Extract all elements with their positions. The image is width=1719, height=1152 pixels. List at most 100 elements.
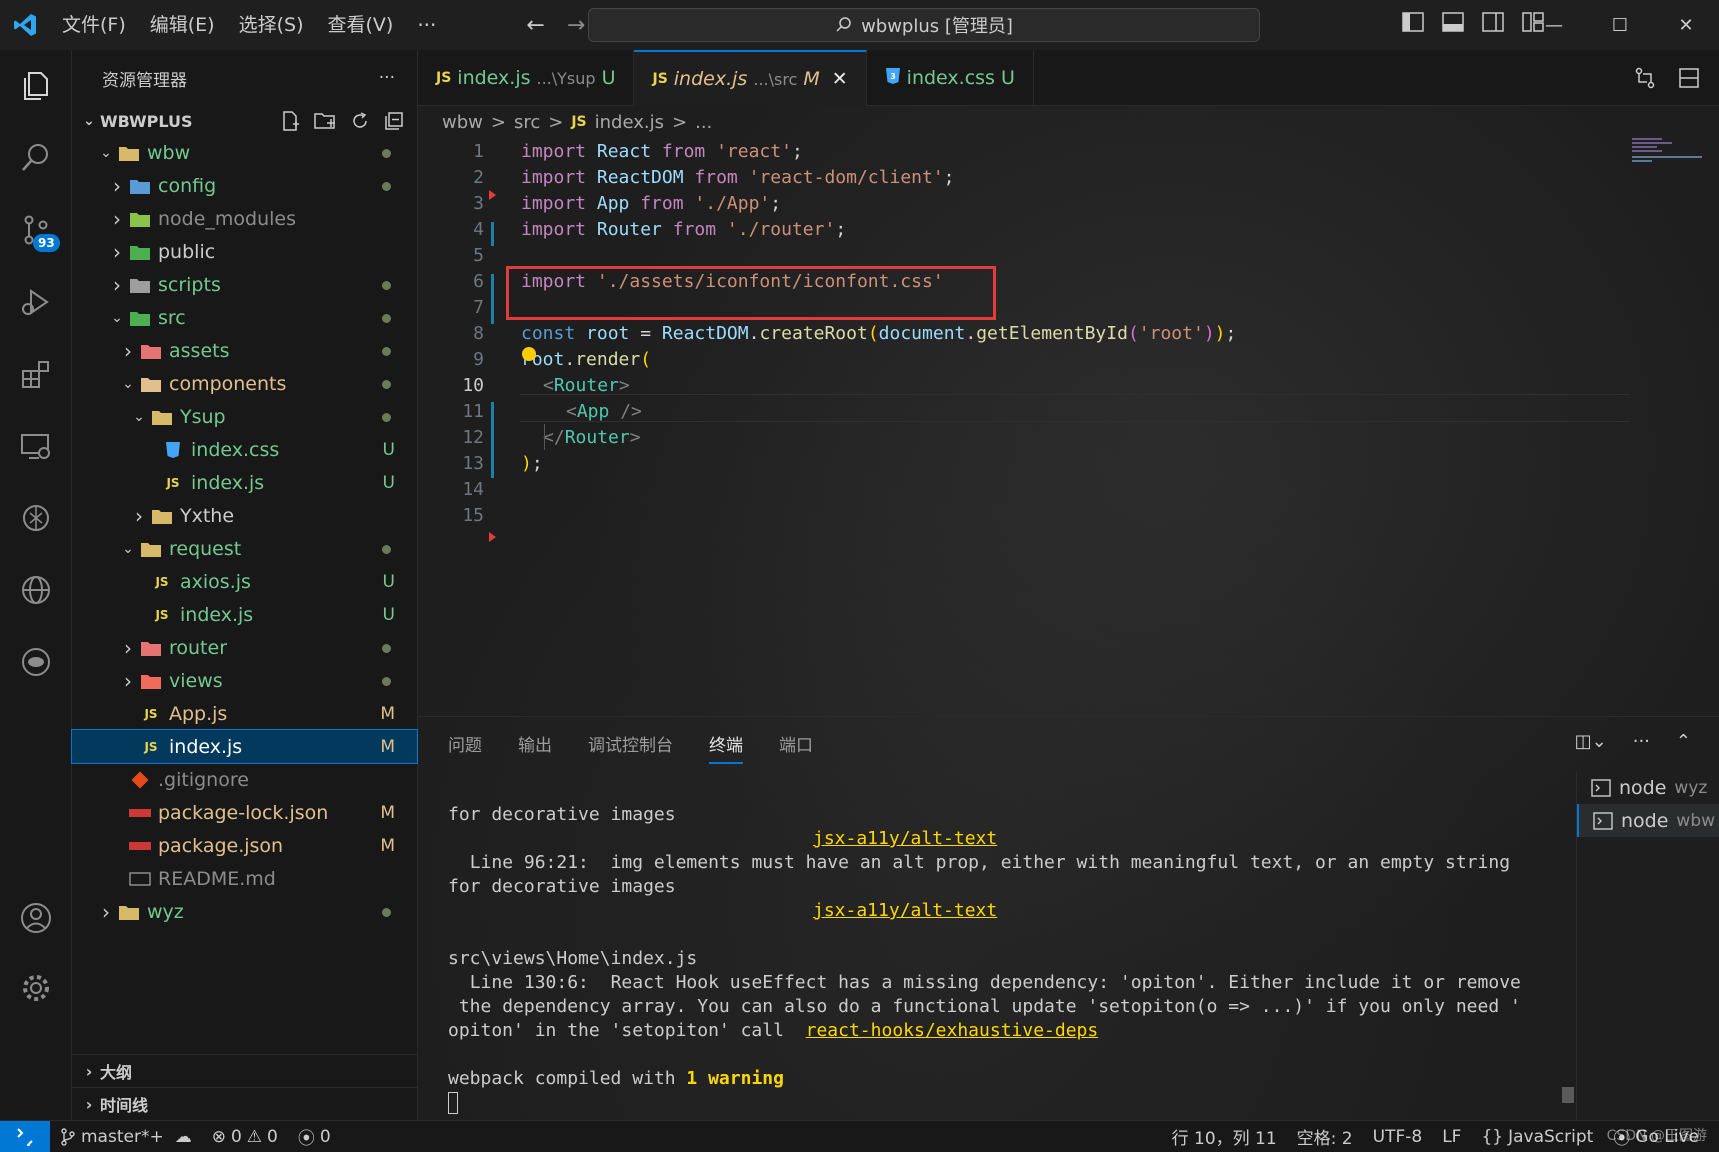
tree-file[interactable]: JS index.js U [72, 466, 417, 499]
terminal-scrollbar[interactable] [1562, 1087, 1574, 1103]
tree-folder[interactable]: › router [72, 631, 417, 664]
menu-view[interactable]: 查看(V) [316, 0, 406, 50]
split-editor-icon[interactable] [1677, 66, 1701, 90]
tree-file[interactable]: JS index.js U [72, 598, 417, 631]
run-debug-icon[interactable] [0, 266, 72, 338]
tree-folder[interactable]: ⌄ wbw [72, 136, 417, 169]
tree-folder[interactable]: ⌄ src [72, 301, 417, 334]
panel-tab-ports[interactable]: 端口 [779, 731, 813, 764]
tree-file[interactable]: JS axios.js U [72, 565, 417, 598]
panel-tab-problems[interactable]: 问题 [448, 731, 482, 764]
end-of-line[interactable]: LF [1432, 1124, 1471, 1149]
menu-file[interactable]: 文件(F) [50, 0, 138, 50]
command-center-search[interactable]: wbwplus [管理员] [588, 8, 1260, 42]
panel-tab-debug-console[interactable]: 调试控制台 [588, 731, 673, 764]
globe-icon[interactable] [0, 554, 72, 626]
tree-file[interactable]: index.css U [72, 433, 417, 466]
tree-folder[interactable]: › scripts [72, 268, 417, 301]
terminal-item[interactable]: node wyz [1577, 771, 1719, 804]
sync-icon[interactable]: ☁ [175, 1127, 192, 1147]
source-control-icon[interactable]: 93 [0, 194, 72, 266]
back-arrow-icon[interactable]: ← [526, 13, 544, 38]
menu-edit[interactable]: 编辑(E) [138, 0, 227, 50]
compare-changes-icon[interactable] [1633, 66, 1657, 90]
new-file-icon[interactable] [279, 110, 301, 132]
breadcrumb-symbol[interactable]: ... [695, 112, 712, 133]
language-mode[interactable]: {} JavaScript [1471, 1124, 1603, 1149]
search-view-icon[interactable] [0, 122, 72, 194]
indentation[interactable]: 空格: 2 [1287, 1124, 1363, 1149]
toggle-panel-icon[interactable] [1442, 12, 1466, 36]
maximize-icon[interactable]: ☐ [1587, 0, 1653, 50]
terminal-output[interactable]: for decorative images jsx-a11y/alt-text L… [448, 779, 1580, 1152]
database-client-icon[interactable] [0, 626, 72, 698]
minimap[interactable] [1632, 136, 1710, 166]
accounts-icon[interactable] [0, 882, 72, 954]
tab-src-index-js[interactable]: JS index.js ...\src M ✕ [634, 50, 867, 106]
tab-ysup-index-js[interactable]: JS index.js ...\Ysup U [418, 50, 635, 106]
tree-folder[interactable]: › assets [72, 334, 417, 367]
breadcrumb-wbw[interactable]: wbw [442, 112, 483, 133]
ports-status[interactable]: ⦿ 0 [288, 1124, 341, 1150]
panel-tab-terminal[interactable]: 终端 [709, 731, 743, 764]
branch-status[interactable]: master*+ ☁ [50, 1127, 202, 1147]
chatgpt-icon[interactable] [0, 482, 72, 554]
minimize-icon[interactable]: — [1521, 0, 1587, 50]
tree-folder[interactable]: › wyz [72, 895, 417, 928]
new-folder-icon[interactable] [313, 110, 337, 132]
terminal-link[interactable]: react-hooks/exhaustive-deps [806, 1020, 1099, 1041]
menu-selection[interactable]: 选择(S) [227, 0, 316, 50]
tree-folder[interactable]: › node_modules [72, 202, 417, 235]
explorer-more-button[interactable]: ··· [379, 68, 395, 88]
tree-file[interactable]: package.json M [72, 829, 417, 862]
code-line: 1 import React from 'react'; [418, 138, 1638, 164]
go-live-button[interactable]: ⦿ Go Live CSDN @王图游 [1603, 1124, 1709, 1150]
outline-section[interactable]: › 大纲 [72, 1054, 418, 1087]
toggle-primary-sidebar-icon[interactable] [1402, 12, 1426, 36]
tree-file[interactable]: JS App.js M [72, 697, 417, 730]
forward-arrow-icon[interactable]: → [567, 13, 585, 38]
maximize-panel-icon[interactable]: ⌃ [1676, 731, 1691, 752]
tree-file[interactable]: README.md [72, 862, 417, 895]
explorer-icon[interactable] [0, 50, 72, 122]
terminal-item[interactable]: node wbw [1577, 804, 1719, 837]
cursor-position[interactable]: 行 10，列 11 [1162, 1124, 1287, 1149]
problems-status[interactable]: ⊗ 0 ⚠ 0 [202, 1127, 288, 1147]
refresh-icon[interactable] [349, 110, 371, 132]
toggle-secondary-sidebar-icon[interactable] [1482, 12, 1506, 36]
tree-file[interactable]: .gitignore [72, 763, 417, 796]
timeline-section[interactable]: › 时间线 [72, 1087, 418, 1120]
tree-file[interactable]: package-lock.json M [72, 796, 417, 829]
remote-explorer-icon[interactable] [0, 410, 72, 482]
tree-folder[interactable]: ⌄ request [72, 532, 417, 565]
settings-gear-icon[interactable] [0, 952, 72, 1024]
panel-more-icon[interactable]: ··· [1633, 731, 1650, 752]
breadcrumb-file[interactable]: index.js [595, 112, 664, 133]
terminal-link[interactable]: jsx-a11y/alt-text [813, 900, 997, 921]
workspace-root-section[interactable]: ⌄ WBWPLUS [72, 106, 417, 136]
tree-folder[interactable]: ⌄ components [72, 367, 417, 400]
encoding[interactable]: UTF-8 [1363, 1124, 1433, 1149]
close-window-icon[interactable]: ✕ [1653, 0, 1719, 50]
collapse-all-icon[interactable] [383, 110, 405, 132]
panel-tab-output[interactable]: 输出 [518, 731, 552, 764]
tree-folder[interactable]: › Yxthe [72, 499, 417, 532]
split-terminal-icon[interactable]: ◫⌄ [1575, 731, 1607, 752]
git-status: U [382, 571, 395, 592]
menu-more-button[interactable]: ··· [405, 13, 448, 37]
tree-folder[interactable]: › views [72, 664, 417, 697]
terminal-link[interactable]: jsx-a11y/alt-text [813, 828, 997, 849]
tree-folder[interactable]: › config [72, 169, 417, 202]
breadcrumb-src[interactable]: src [514, 112, 540, 133]
code-editor[interactable]: 1 import React from 'react'; 2 import Reac… [418, 138, 1638, 528]
tab-close-icon[interactable]: ✕ [832, 68, 848, 90]
tree-file[interactable]: JS index.js M [71, 729, 418, 764]
chevron-right-icon: › [113, 272, 121, 297]
remote-indicator-icon[interactable] [0, 1120, 50, 1152]
tree-folder[interactable]: ⌄ Ysup [72, 400, 417, 433]
tree-folder[interactable]: › public [72, 235, 417, 268]
gutter-deletion-marker [489, 532, 496, 542]
lightbulb-icon[interactable] [522, 347, 536, 361]
extensions-icon[interactable] [0, 338, 72, 410]
tab-index-css[interactable]: 3 index.css U [867, 50, 1034, 106]
